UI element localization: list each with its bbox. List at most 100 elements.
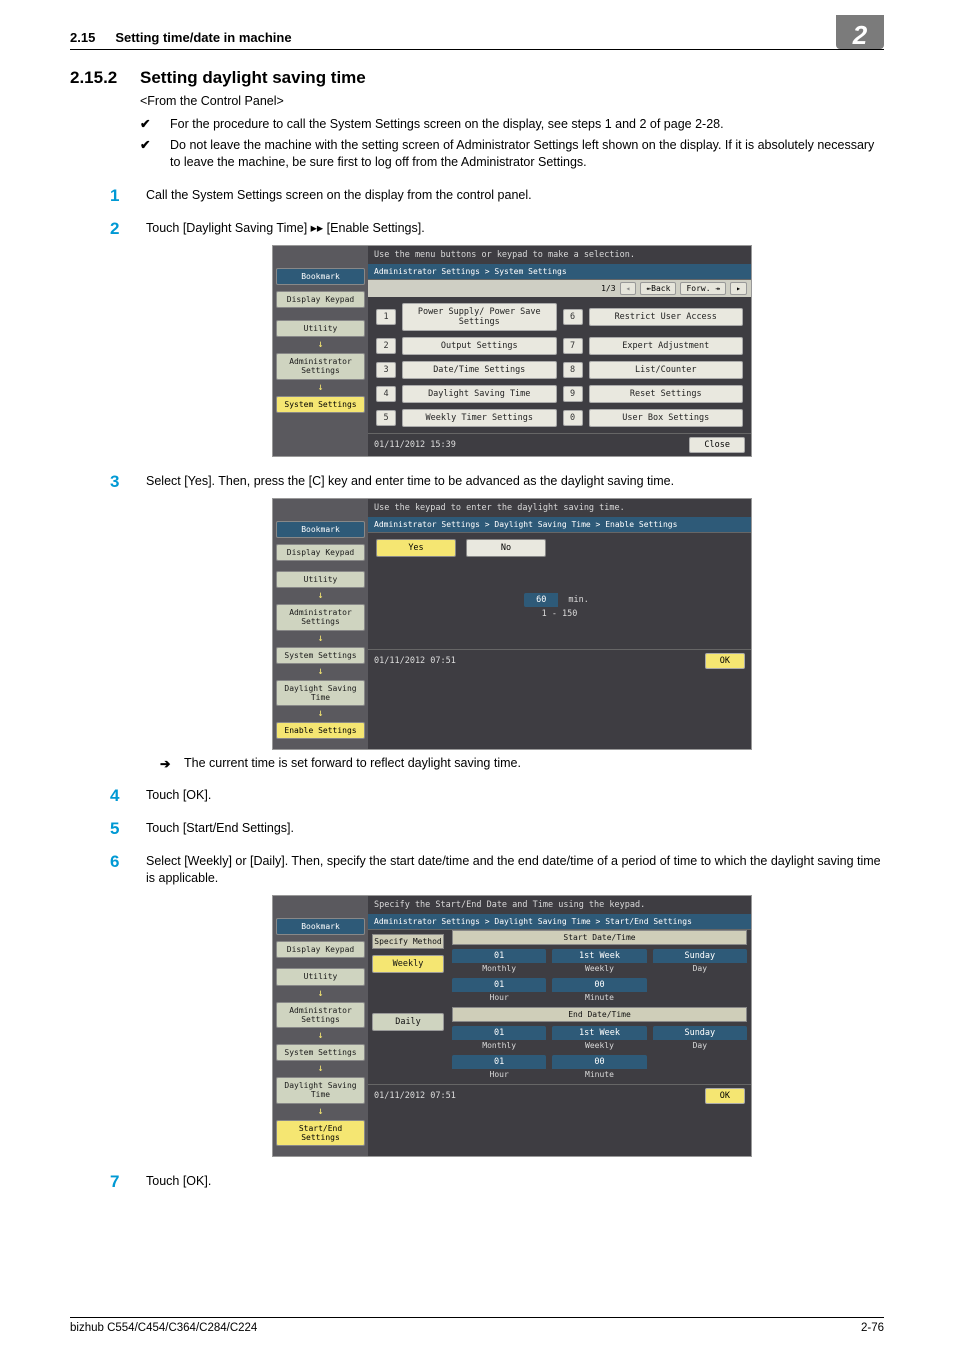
method-daily[interactable]: Daily <box>372 1013 444 1031</box>
header-title: Setting time/date in machine <box>115 30 884 45</box>
nav-arrow-icon: ↓ <box>276 1063 365 1074</box>
result-arrow-icon: ➔ <box>160 756 184 771</box>
side-bookmark[interactable]: Bookmark <box>276 268 365 285</box>
opt-expert[interactable]: Expert Adjustment <box>589 337 744 355</box>
side-display-keypad[interactable]: Display Keypad <box>276 291 365 308</box>
step-text-7: Touch [OK]. <box>146 1173 884 1190</box>
opt-num-1[interactable]: 1 <box>376 309 396 325</box>
start-monthly-label: Monthly <box>452 963 546 974</box>
chapter-badge: 2 <box>836 15 884 49</box>
end-datetime-header: End Date/Time <box>452 1007 747 1022</box>
page-next[interactable]: ▸ <box>730 282 747 295</box>
side-bookmark[interactable]: Bookmark <box>276 521 365 538</box>
footer-model: bizhub C554/C454/C364/C284/C224 <box>70 1322 257 1334</box>
footer-page: 2-76 <box>861 1322 884 1334</box>
side-admin-settings[interactable]: Administrator Settings <box>276 353 365 379</box>
ok-button[interactable]: OK <box>705 653 745 669</box>
panel-datetime: 01/11/2012 07:51 <box>374 656 456 666</box>
side-display-keypad[interactable]: Display Keypad <box>276 544 365 561</box>
start-monthly-value[interactable]: 01 <box>452 949 546 963</box>
opt-output[interactable]: Output Settings <box>402 337 557 355</box>
end-hour-value[interactable]: 01 <box>452 1055 546 1069</box>
back-button[interactable]: ↞Back <box>640 282 676 295</box>
opt-num-0[interactable]: 0 <box>563 410 583 426</box>
close-button[interactable]: Close <box>689 437 745 453</box>
end-weekly-label: Weekly <box>552 1040 646 1051</box>
side-bookmark[interactable]: Bookmark <box>276 918 365 935</box>
ok-button[interactable]: OK <box>705 1088 745 1104</box>
opt-reset[interactable]: Reset Settings <box>589 385 744 403</box>
opt-num-5[interactable]: 5 <box>376 410 396 426</box>
side-admin-settings[interactable]: Administrator Settings <box>276 1002 365 1028</box>
side-dst[interactable]: Daylight Saving Time <box>276 1077 365 1103</box>
side-system-settings[interactable]: System Settings <box>276 647 365 664</box>
start-hour-value[interactable]: 01 <box>452 978 546 992</box>
section-number: 2.15.2 <box>70 68 140 88</box>
step-text-2: Touch [Daylight Saving Time] ▸▸ [Enable … <box>146 220 884 237</box>
side-dst[interactable]: Daylight Saving Time <box>276 680 365 706</box>
step-text-4: Touch [OK]. <box>146 787 884 804</box>
start-day-value[interactable]: Sunday <box>653 949 747 963</box>
nav-arrow-icon: ↓ <box>276 1030 365 1041</box>
opt-list-counter[interactable]: List/Counter <box>589 361 744 379</box>
opt-user-box[interactable]: User Box Settings <box>589 409 744 427</box>
check-icon: ✔ <box>140 116 170 133</box>
end-weekly-value[interactable]: 1st Week <box>552 1026 646 1040</box>
dst-minutes-range: 1 - 150 <box>368 609 751 619</box>
nav-arrow-icon: ↓ <box>276 590 365 601</box>
opt-num-6[interactable]: 6 <box>563 309 583 325</box>
step-text-1: Call the System Settings screen on the d… <box>146 187 884 204</box>
opt-dst[interactable]: Daylight Saving Time <box>402 385 557 403</box>
opt-power-supply[interactable]: Power Supply/ Power Save Settings <box>402 303 557 331</box>
start-hour-label: Hour <box>452 992 546 1003</box>
screenshot-system-settings: Bookmark Display Keypad Utility ↓ Admini… <box>272 245 752 457</box>
end-minute-label: Minute <box>552 1069 646 1080</box>
side-system-settings[interactable]: System Settings <box>276 1044 365 1061</box>
start-weekly-label: Weekly <box>552 963 646 974</box>
panel-instruction: Specify the Start/End Date and Time usin… <box>368 896 751 914</box>
opt-num-4[interactable]: 4 <box>376 386 396 402</box>
step-number-1: 1 <box>110 187 146 204</box>
opt-num-7[interactable]: 7 <box>563 338 583 354</box>
start-day-label: Day <box>653 963 747 974</box>
opt-num-8[interactable]: 8 <box>563 362 583 378</box>
nav-arrow-icon: ↓ <box>276 666 365 677</box>
side-utility[interactable]: Utility <box>276 968 365 985</box>
side-system-settings[interactable]: System Settings <box>276 396 365 413</box>
side-enable-settings[interactable]: Enable Settings <box>276 722 365 739</box>
start-minute-value[interactable]: 00 <box>552 978 646 992</box>
end-day-value[interactable]: Sunday <box>653 1026 747 1040</box>
opt-num-3[interactable]: 3 <box>376 362 396 378</box>
end-day-label: Day <box>653 1040 747 1051</box>
nav-arrow-icon: ↓ <box>276 988 365 999</box>
step-text-3: Select [Yes]. Then, press the [C] key an… <box>146 473 884 490</box>
yes-button[interactable]: Yes <box>376 539 456 557</box>
step-number-2: 2 <box>110 220 146 237</box>
opt-datetime[interactable]: Date/Time Settings <box>402 361 557 379</box>
forward-button[interactable]: Forw. ↠ <box>680 282 726 295</box>
nav-arrow-icon: ↓ <box>276 1106 365 1117</box>
no-button[interactable]: No <box>466 539 546 557</box>
specify-method-header: Specify Method <box>372 934 444 949</box>
breadcrumb: Administrator Settings > Daylight Saving… <box>368 914 751 930</box>
start-weekly-value[interactable]: 1st Week <box>552 949 646 963</box>
end-monthly-label: Monthly <box>452 1040 546 1051</box>
end-monthly-value[interactable]: 01 <box>452 1026 546 1040</box>
opt-restrict-user[interactable]: Restrict User Access <box>589 308 744 326</box>
opt-num-9[interactable]: 9 <box>563 386 583 402</box>
end-minute-value[interactable]: 00 <box>552 1055 646 1069</box>
side-start-end-settings[interactable]: Start/End Settings <box>276 1120 365 1146</box>
dst-minutes-value[interactable]: 60 <box>524 593 558 607</box>
opt-weekly-timer[interactable]: Weekly Timer Settings <box>402 409 557 427</box>
panel-instruction: Use the keypad to enter the daylight sav… <box>368 499 751 517</box>
dst-minutes-unit: min. <box>562 593 594 607</box>
opt-num-2[interactable]: 2 <box>376 338 396 354</box>
header-section-number: 2.15 <box>70 30 95 45</box>
side-utility[interactable]: Utility <box>276 320 365 337</box>
side-admin-settings[interactable]: Administrator Settings <box>276 604 365 630</box>
method-weekly[interactable]: Weekly <box>372 955 444 973</box>
start-datetime-header: Start Date/Time <box>452 930 747 945</box>
side-utility[interactable]: Utility <box>276 571 365 588</box>
screenshot-enable-settings: Bookmark Display Keypad Utility ↓ Admini… <box>272 498 752 751</box>
side-display-keypad[interactable]: Display Keypad <box>276 941 365 958</box>
